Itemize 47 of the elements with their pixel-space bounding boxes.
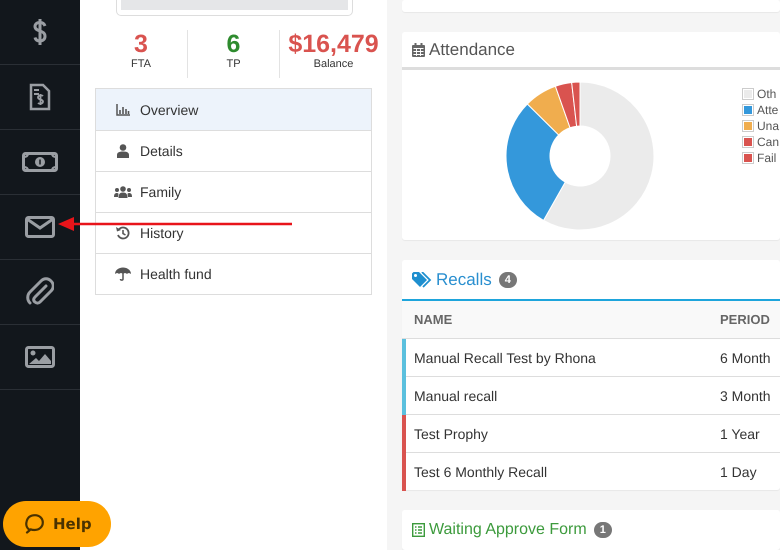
table-cell-text: Manual Recall Test by Rhona <box>413 350 597 366</box>
invoice-icon <box>29 83 51 111</box>
stat-label: TP <box>226 58 241 71</box>
table-cell-text: Manual recall <box>413 388 498 404</box>
calendar-icon <box>412 42 425 56</box>
envelope-icon <box>25 216 55 238</box>
people-icon <box>114 186 132 198</box>
paperclip-icon <box>26 277 54 307</box>
checklist-icon <box>412 523 425 537</box>
card-title: Attendance <box>429 40 516 60</box>
tag-icon <box>412 272 432 288</box>
column-header: NAME <box>413 312 454 327</box>
legend-label: Can <box>757 135 780 149</box>
card-title: Recalls <box>436 270 492 290</box>
legend-label: Una <box>757 119 780 133</box>
person-icon <box>117 144 129 158</box>
table-cell-text: 6 Month <box>720 350 772 366</box>
table-cell-text: Test Prophy <box>413 426 489 442</box>
stat-label: Balance <box>314 58 354 71</box>
stat-label: FTA <box>131 58 151 71</box>
history-icon <box>116 226 130 240</box>
legend-label: Fail <box>757 151 776 165</box>
menu-item[interactable]: Overview <box>96 89 371 130</box>
table-cell-text: 3 Month <box>720 388 772 404</box>
count-badge: 4 <box>498 272 517 288</box>
banknote-icon <box>22 152 58 172</box>
image-icon <box>25 346 55 368</box>
chat-icon <box>25 514 44 534</box>
stat-value: $16,479 <box>288 30 379 58</box>
stat-value: 3 <box>134 30 148 58</box>
card-title: Waiting Approve Form <box>429 521 587 539</box>
bar-chart-icon <box>116 104 130 116</box>
umbrella-icon <box>115 267 131 281</box>
dollar-icon <box>32 18 48 46</box>
table-cell-text: 1 Year <box>720 426 761 442</box>
menu-item[interactable]: Family <box>96 171 371 212</box>
menu-item[interactable]: Health fund <box>96 253 371 294</box>
legend-label: Oth <box>757 87 776 101</box>
menu-item[interactable]: History <box>96 212 371 253</box>
legend-label: Atte <box>757 103 778 117</box>
count-badge: 1 <box>594 522 612 538</box>
stat-value: 6 <box>226 30 240 58</box>
table-cell-text: Test 6 Monthly Recall <box>413 464 548 480</box>
help-button[interactable]: Help <box>3 501 111 547</box>
table-cell-text: 1 Day <box>720 464 758 480</box>
column-header: PERIOD <box>720 312 771 327</box>
menu-item[interactable]: Details <box>96 130 371 171</box>
